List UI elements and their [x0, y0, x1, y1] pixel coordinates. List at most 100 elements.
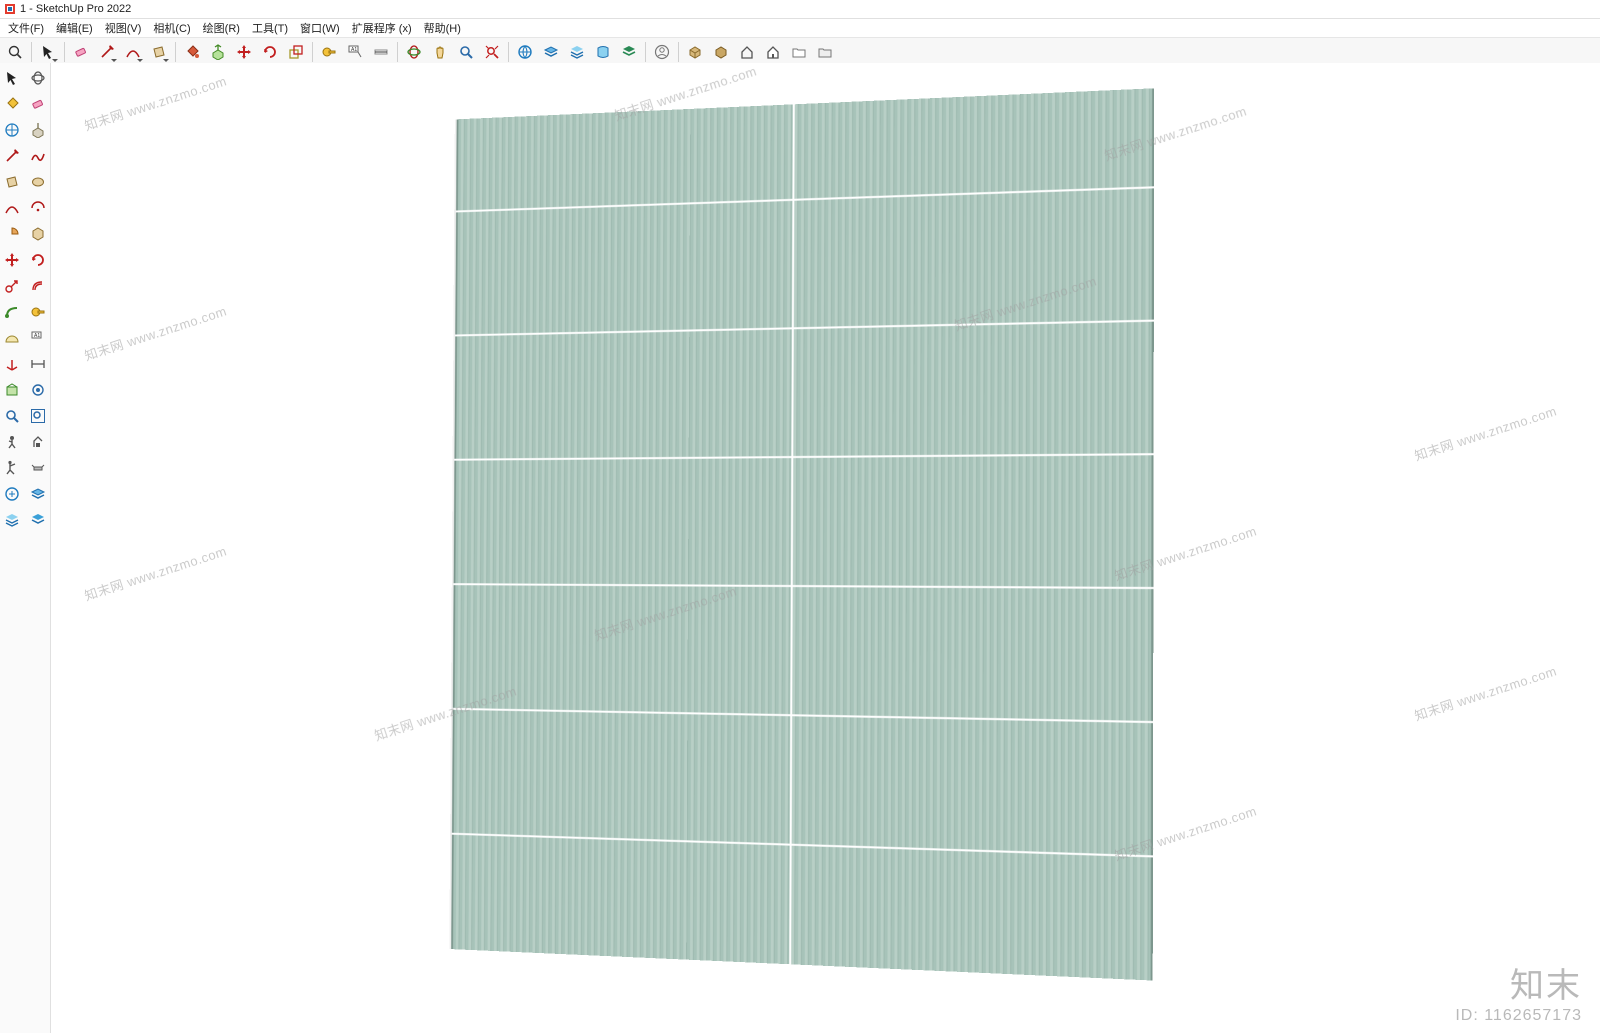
tape-measure-icon[interactable]	[26, 300, 50, 324]
line-icon[interactable]	[95, 40, 119, 64]
model-panel	[451, 88, 1154, 980]
arc-red-icon[interactable]	[0, 196, 24, 220]
pie-icon[interactable]	[0, 222, 24, 246]
select-icon[interactable]	[0, 66, 24, 90]
look-around-icon[interactable]	[0, 404, 24, 428]
axes-red-icon[interactable]	[0, 352, 24, 376]
zoom-extents-icon[interactable]	[480, 40, 504, 64]
dropdown-caret-icon	[163, 59, 169, 62]
dimension-icon[interactable]	[369, 40, 393, 64]
watermark-text: 知末网 www.znzmo.com	[82, 300, 229, 364]
component-icon[interactable]	[683, 40, 707, 64]
protractor-icon[interactable]	[0, 326, 24, 350]
styles-icon[interactable]	[591, 40, 615, 64]
dim-icon[interactable]	[26, 352, 50, 376]
box-icon[interactable]	[709, 40, 733, 64]
menu-draw[interactable]: 绘图(R)	[197, 19, 246, 37]
eraser-icon[interactable]	[26, 92, 50, 116]
corrugated-surface	[451, 88, 1154, 980]
rotate-icon[interactable]	[258, 40, 282, 64]
sketchup-icon	[4, 3, 16, 15]
layers-blue-icon[interactable]	[26, 482, 50, 506]
rectangle-icon[interactable]	[147, 40, 171, 64]
search-icon[interactable]	[3, 40, 27, 64]
outliner-icon[interactable]	[565, 40, 589, 64]
menu-bar: 文件(F) 编辑(E) 视图(V) 相机(C) 绘图(R) 工具(T) 窗口(W…	[0, 19, 1600, 37]
toolbar-separator	[397, 42, 398, 62]
tape-measure-icon[interactable]	[317, 40, 341, 64]
scale-icon[interactable]	[284, 40, 308, 64]
toolbar-separator	[508, 42, 509, 62]
move-icon[interactable]	[232, 40, 256, 64]
paint-bucket-icon[interactable]	[180, 40, 204, 64]
folder-open-icon[interactable]	[787, 40, 811, 64]
offset-red-icon[interactable]	[26, 274, 50, 298]
line-icon[interactable]	[0, 144, 24, 168]
watermark-id: ID: 1162657173	[1455, 1007, 1582, 1025]
push-pull-icon[interactable]	[206, 40, 230, 64]
menu-tools[interactable]: 工具(T)	[246, 19, 294, 37]
toolbar-separator	[31, 42, 32, 62]
menu-window[interactable]: 窗口(W)	[294, 19, 346, 37]
watermark-brand: 知末 ID: 1162657173	[1455, 958, 1582, 1025]
left-toolbox: A1	[0, 63, 51, 1033]
text-label-icon[interactable]: A1	[343, 40, 367, 64]
select-icon[interactable]	[36, 40, 60, 64]
orbit-icon[interactable]	[26, 66, 50, 90]
zoom-icon[interactable]	[454, 40, 478, 64]
warehouse-blue-icon[interactable]	[0, 482, 24, 506]
watermark-text: 知末网 www.znzmo.com	[82, 540, 229, 604]
styles-blue-icon[interactable]	[0, 508, 24, 532]
layers-icon[interactable]	[539, 40, 563, 64]
menu-file[interactable]: 文件(F)	[2, 19, 50, 37]
title-bar: 1 - SketchUp Pro 2022	[0, 0, 1600, 19]
toolbar-separator	[175, 42, 176, 62]
polygon-tan-icon[interactable]	[26, 222, 50, 246]
camera-walk-icon[interactable]	[26, 378, 50, 402]
house-icon[interactable]	[735, 40, 759, 64]
dropdown-caret-icon	[111, 59, 117, 62]
menu-edit[interactable]: 编辑(E)	[50, 19, 99, 37]
next-view-icon[interactable]	[26, 430, 50, 454]
house2-icon[interactable]	[761, 40, 785, 64]
rectangle-tan-icon[interactable]	[0, 170, 24, 194]
position-camera-icon[interactable]	[0, 456, 24, 480]
menu-extensions[interactable]: 扩展程序 (x)	[346, 19, 418, 37]
walk-icon[interactable]	[26, 456, 50, 480]
dropdown-caret-icon	[52, 59, 58, 62]
watermark-text: 知末网 www.znzmo.com	[1412, 660, 1559, 724]
folder-icon[interactable]	[813, 40, 837, 64]
move-icon[interactable]	[0, 248, 24, 272]
paint-bucket-icon[interactable]	[0, 92, 24, 116]
menu-view[interactable]: 视图(V)	[99, 19, 148, 37]
orbit-icon[interactable]	[402, 40, 426, 64]
menu-help[interactable]: 帮助(H)	[418, 19, 467, 37]
workspace: A1 知末网 www.znzmo.com 知末网 www.znzmo.com 知…	[0, 63, 1600, 1033]
user-icon[interactable]	[650, 40, 674, 64]
scale-red-icon[interactable]	[0, 274, 24, 298]
warehouse-icon[interactable]	[513, 40, 537, 64]
push-pull-large-icon[interactable]	[26, 118, 50, 142]
scenes-blue-icon[interactable]	[26, 508, 50, 532]
circle-tan-icon[interactable]	[26, 170, 50, 194]
svg-text:A1: A1	[351, 47, 357, 53]
svg-text:A1: A1	[34, 333, 40, 339]
menu-camera[interactable]: 相机(C)	[147, 19, 196, 37]
arc2-icon[interactable]	[26, 196, 50, 220]
prev-view-icon[interactable]	[0, 430, 24, 454]
watermark-text: 知末网 www.znzmo.com	[82, 70, 229, 134]
arc-icon[interactable]	[121, 40, 145, 64]
zoom-extents-icon[interactable]	[26, 404, 50, 428]
watermark-brand-name: 知末	[1455, 958, 1582, 1007]
pan-icon[interactable]	[428, 40, 452, 64]
scenes-icon[interactable]	[617, 40, 641, 64]
freehand-red-icon[interactable]	[26, 144, 50, 168]
follow-me-icon[interactable]	[0, 300, 24, 324]
section-icon[interactable]	[0, 378, 24, 402]
components-icon[interactable]	[0, 118, 24, 142]
toolbar-separator	[64, 42, 65, 62]
rotate-red-icon[interactable]	[26, 248, 50, 272]
text-label-icon[interactable]: A1	[26, 326, 50, 350]
eraser-icon[interactable]	[69, 40, 93, 64]
viewport[interactable]: 知末网 www.znzmo.com 知末网 www.znzmo.com 知末网 …	[51, 63, 1600, 1033]
